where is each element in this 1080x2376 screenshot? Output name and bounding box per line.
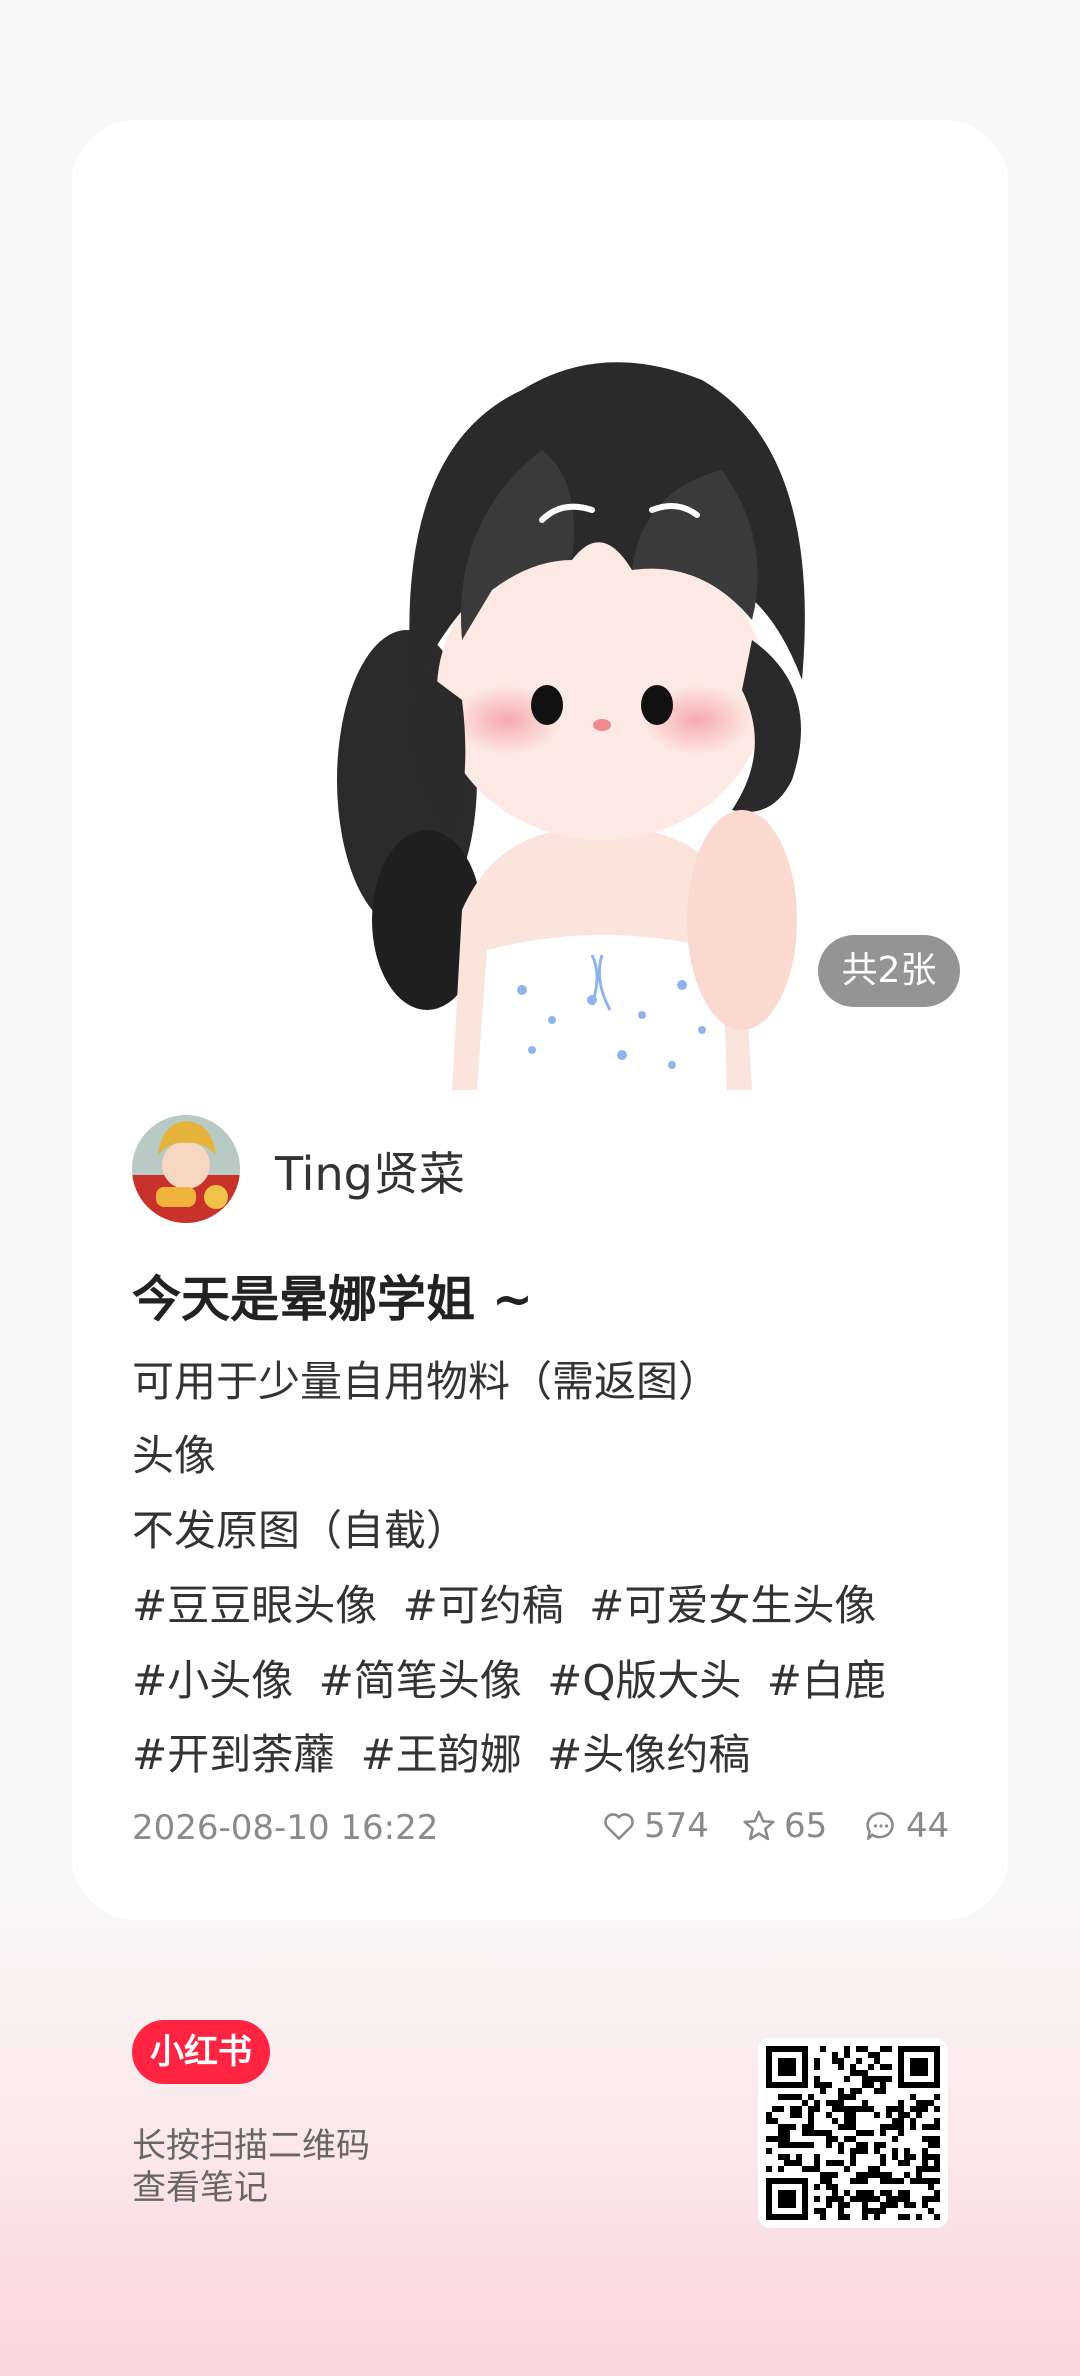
qr-code[interactable] — [758, 2038, 948, 2228]
hashtag-link[interactable]: #开到荼蘼 — [132, 1730, 335, 1779]
brand-logo: 小红书 — [132, 2020, 270, 2084]
hashtag-link[interactable]: #头像约稿 — [547, 1730, 750, 1779]
tag-line: #豆豆眼头像 #可约稿 #可爱女生头像 — [132, 1572, 888, 1633]
post-date: 2026-08-10 16:22 — [132, 1808, 439, 1848]
image-count-badge: 共2张 — [818, 935, 960, 1007]
collect-count: 65 — [784, 1806, 828, 1846]
note-card: 共2张 Ting贤菜 今天是晕娜学姐 ~ 可用于少量自用物料（需返图） 头像 不… — [72, 120, 1008, 1920]
tag-line: #小头像 #简笔头像 #Q版大头 #白鹿 — [132, 1647, 898, 1708]
body-line: 不发原图（自截） — [132, 1506, 469, 1555]
like-count: 574 — [644, 1806, 709, 1846]
author-avatar[interactable] — [132, 1115, 240, 1223]
comment-count: 44 — [906, 1806, 950, 1846]
collect-stat[interactable]: 65 — [740, 1804, 827, 1848]
tag-line: #开到荼蘼 #王韵娜 #头像约稿 — [132, 1721, 762, 1782]
heart-icon — [604, 1813, 634, 1840]
comment-stat[interactable]: 44 — [862, 1804, 949, 1848]
scan-instruction-sub: 查看笔记 — [132, 2168, 268, 2208]
hashtag-link[interactable]: #小头像 — [132, 1656, 293, 1705]
hashtag-link[interactable]: #白鹿 — [767, 1656, 886, 1705]
hashtag-link[interactable]: #可爱女生头像 — [589, 1581, 876, 1630]
like-stat[interactable]: 574 — [600, 1804, 709, 1848]
hashtag-link[interactable]: #Q版大头 — [547, 1656, 741, 1705]
note-title: 今天是晕娜学姐 ~ — [132, 1271, 534, 1328]
qr-code-icon — [766, 2046, 940, 2220]
hashtag-link[interactable]: #豆豆眼头像 — [132, 1581, 377, 1630]
hashtag-link[interactable]: #可约稿 — [403, 1581, 564, 1630]
avatar-image — [132, 1115, 240, 1223]
note-image[interactable] — [302, 220, 902, 1090]
comment-icon — [866, 1812, 894, 1840]
hashtag-link[interactable]: #简笔头像 — [319, 1656, 522, 1705]
body-line: 可用于少量自用物料（需返图） — [132, 1357, 721, 1406]
body-line: 头像 — [132, 1431, 217, 1480]
hashtag-link[interactable]: #王韵娜 — [361, 1730, 522, 1779]
author-name[interactable]: Ting贤菜 — [275, 1138, 465, 1204]
star-icon — [743, 1810, 775, 1841]
